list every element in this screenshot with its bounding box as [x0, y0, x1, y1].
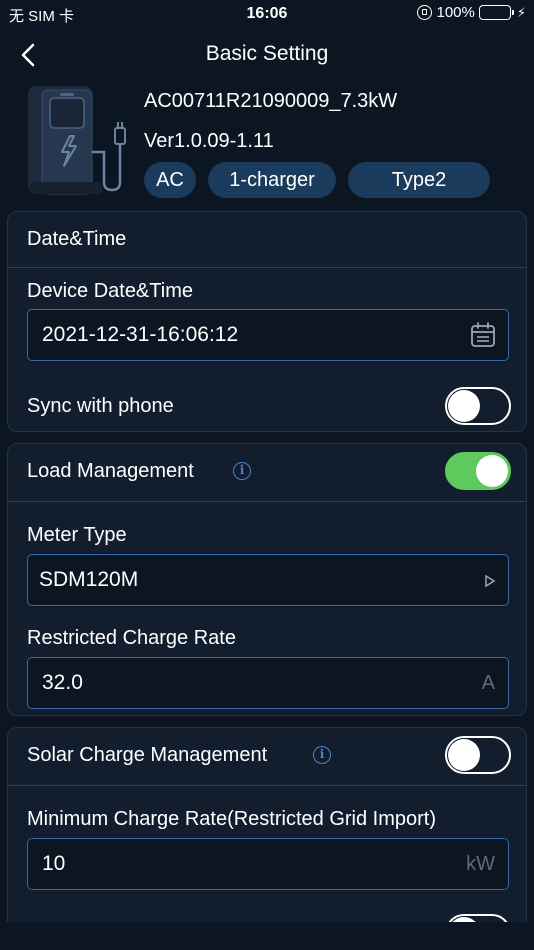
tag-connector: Type2	[348, 162, 490, 198]
solar-title: Solar Charge Management	[27, 744, 268, 766]
restricted-rate-label: Restricted Charge Rate	[27, 627, 236, 649]
battery-icon	[478, 5, 514, 20]
battery-percent: 100%	[436, 4, 475, 21]
min-charge-rate-label: Minimum Charge Rate(Restricted Grid Impo…	[27, 808, 436, 830]
charger-icon	[28, 86, 126, 195]
tag-type: AC	[144, 162, 196, 198]
meter-type-value: SDM120M	[39, 568, 139, 591]
load-title: Load Management	[27, 460, 194, 482]
load-header: Load Management i	[8, 444, 526, 502]
bottom-overlay	[0, 922, 534, 950]
datetime-card: Date&Time Device Date&Time 2021-12-31-16…	[7, 211, 527, 432]
datetime-title: Date&Time	[27, 228, 127, 250]
meter-type-select[interactable]: SDM120M	[27, 554, 509, 606]
navigation-bar: Basic Setting	[0, 36, 534, 76]
meter-type-label: Meter Type	[27, 524, 127, 546]
restricted-rate-value: 32.0	[42, 671, 83, 694]
device-tags: AC 1-charger Type2	[144, 162, 490, 198]
status-bar: 无 SIM 卡 16:06 100% ⚡	[0, 0, 534, 28]
calendar-icon[interactable]	[470, 322, 496, 348]
status-right: 100% ⚡	[417, 4, 526, 21]
datetime-header: Date&Time	[8, 212, 526, 268]
restricted-rate-unit: A	[481, 672, 495, 694]
load-management-toggle[interactable]	[445, 452, 511, 490]
load-info-icon[interactable]: i	[233, 462, 251, 480]
page-title: Basic Setting	[205, 42, 329, 65]
orientation-lock-icon	[417, 5, 433, 20]
load-management-card: Load Management i Meter Type SDM120M Res…	[7, 443, 527, 716]
charging-bolt-icon: ⚡	[516, 4, 526, 20]
device-datetime-value: 2021-12-31-16:06:12	[42, 323, 239, 346]
device-datetime-label: Device Date&Time	[27, 280, 193, 302]
solar-header: Solar Charge Management i	[8, 728, 526, 786]
min-charge-rate-value: 10	[42, 852, 66, 875]
device-version: Ver1.0.09-1.11	[144, 130, 274, 152]
sync-phone-label: Sync with phone	[27, 395, 174, 417]
triangle-right-icon	[485, 574, 496, 588]
sync-phone-toggle[interactable]	[445, 387, 511, 425]
device-datetime-input[interactable]: 2021-12-31-16:06:12	[27, 309, 509, 361]
restricted-rate-input[interactable]: 32.0 A	[27, 657, 509, 709]
min-charge-rate-input[interactable]: 10 kW	[27, 838, 509, 890]
solar-management-toggle[interactable]	[445, 736, 511, 774]
solar-management-card: Solar Charge Management i Minimum Charge…	[7, 727, 527, 950]
min-charge-rate-unit: kW	[466, 853, 495, 875]
solar-info-icon[interactable]: i	[313, 746, 331, 764]
device-name: AC00711R21090009_7.3kW	[144, 90, 398, 112]
tag-charger: 1-charger	[208, 162, 336, 198]
